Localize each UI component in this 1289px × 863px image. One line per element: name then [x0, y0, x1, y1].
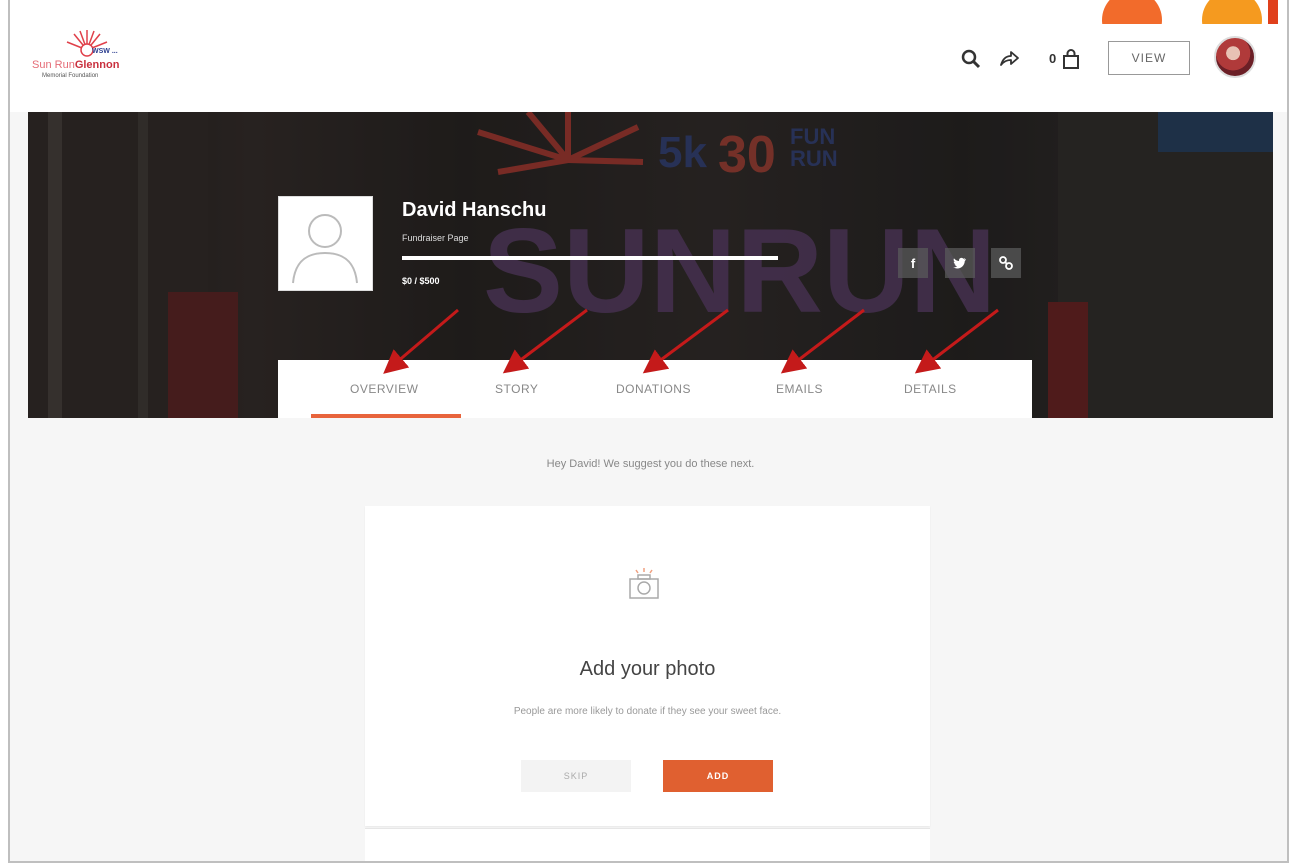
- tab-emails[interactable]: EMAILS: [776, 382, 823, 396]
- link-icon: [999, 256, 1013, 270]
- fundraiser-name: David Hanschu: [402, 199, 547, 221]
- twitter-bird-icon: [953, 257, 966, 269]
- corner-brand-mark: [1102, 0, 1278, 24]
- tab-overview[interactable]: OVERVIEW: [350, 382, 418, 396]
- amount-raised: $0 / $500: [402, 276, 440, 286]
- share-icon[interactable]: [998, 48, 1020, 70]
- fundraising-progress-bar: [402, 256, 778, 260]
- page-type-label: Fundraiser Page: [402, 233, 469, 243]
- profile-picture[interactable]: [278, 196, 373, 291]
- suggestion-text: Hey David! We suggest you do these next.: [546, 458, 755, 470]
- facebook-share-button[interactable]: f: [898, 248, 928, 278]
- add-photo-card: Add your photo People are more likely to…: [365, 506, 930, 826]
- logo-subtitle: Memorial Foundation: [42, 73, 99, 79]
- logo-wordmark: Sun RunGlennon: [32, 59, 120, 71]
- organization-logo[interactable]: WSW ... Sun RunGlennon Memorial Foundati…: [32, 28, 182, 94]
- skip-button[interactable]: SKIP: [521, 760, 631, 792]
- tab-donations[interactable]: DONATIONS: [616, 382, 691, 396]
- cart-count[interactable]: 0: [1049, 51, 1056, 66]
- user-avatar[interactable]: [1214, 36, 1256, 78]
- view-button[interactable]: VIEW: [1108, 41, 1190, 75]
- app-window: WSW ... Sun RunGlennon Memorial Foundati…: [8, 0, 1289, 863]
- tab-story[interactable]: STORY: [495, 382, 538, 396]
- add-photo-button[interactable]: ADD: [663, 760, 773, 792]
- next-suggestion-card: [365, 828, 930, 861]
- tab-details[interactable]: DETAILS: [904, 382, 957, 396]
- twitter-share-button[interactable]: [945, 248, 975, 278]
- shopping-bag-icon[interactable]: [1060, 48, 1082, 70]
- copy-link-button[interactable]: [991, 248, 1021, 278]
- page-tabs: OVERVIEW STORY DONATIONS EMAILS DETAILS: [278, 360, 1032, 418]
- camera-icon: [629, 568, 659, 599]
- active-tab-indicator: [311, 414, 461, 418]
- card-title: Add your photo: [579, 658, 716, 680]
- user-placeholder-icon: [292, 214, 358, 284]
- card-description: People are more likely to donate if they…: [513, 706, 782, 717]
- search-icon[interactable]: [960, 48, 982, 70]
- facebook-icon: f: [910, 255, 916, 271]
- logo-tagline: WSW ...: [92, 48, 118, 55]
